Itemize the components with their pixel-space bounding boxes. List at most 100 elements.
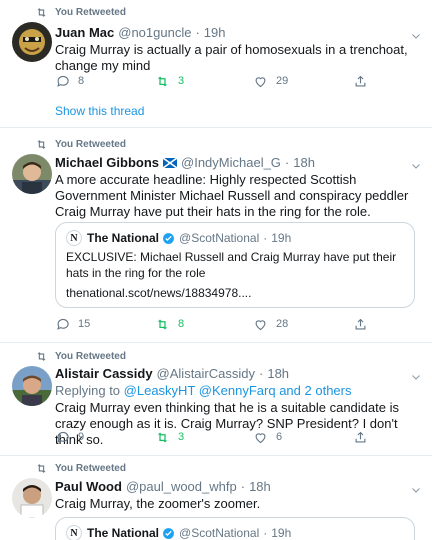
quote-link[interactable]: thenational.scot/news/18834978....: [66, 286, 251, 300]
reply-button[interactable]: 8: [55, 74, 84, 89]
separator: ·: [263, 526, 268, 540]
tweet[interactable]: You Retweeted Michael Gibbons @IndyMicha…: [0, 128, 432, 343]
chevron-down-icon[interactable]: [410, 371, 422, 383]
quote-avatar: N: [66, 230, 82, 246]
quoted-tweet[interactable]: N The National @ScotNational · 19h: [55, 517, 415, 540]
reply-count: 8: [78, 75, 85, 87]
retweet-context: You Retweeted: [35, 350, 126, 363]
reply-count: 15: [78, 318, 91, 330]
tweet[interactable]: You Retweeted Alistair Cassidy @Alistair…: [0, 343, 432, 456]
retweet-context: You Retweeted: [35, 6, 126, 19]
separator: ·: [259, 366, 264, 381]
heart-icon: [255, 76, 266, 87]
replying-prefix: Replying to: [55, 383, 121, 398]
heart-icon: [255, 319, 266, 330]
retweet-icon: [37, 8, 46, 17]
timestamp[interactable]: 19h: [204, 25, 226, 40]
like-count: 29: [276, 75, 289, 87]
timeline: You Retweeted Juan Mac @no1guncle · 19h …: [0, 0, 432, 540]
like-count: 28: [276, 318, 289, 330]
retweet-icon: [157, 319, 168, 329]
quoted-tweet[interactable]: N The National @ScotNational · 19h EXCLU…: [55, 222, 415, 308]
quote-author-handle: @ScotNational: [179, 526, 260, 540]
retweet-label: You Retweeted: [55, 463, 126, 474]
separator: ·: [240, 479, 246, 494]
retweet-icon: [157, 76, 168, 86]
timestamp[interactable]: 18h: [267, 366, 289, 381]
avatar[interactable]: [12, 22, 52, 62]
share-button[interactable]: [353, 317, 368, 332]
separator: ·: [263, 231, 268, 245]
quote-header: N The National @ScotNational · 19h: [66, 525, 291, 540]
retweet-context: You Retweeted: [35, 462, 126, 475]
retweet-icon: [157, 432, 168, 442]
tweet-text: Craig Murray is actually a pair of homos…: [55, 42, 408, 73]
tweet-header: Alistair Cassidy @AlistairCassidy · 18h: [55, 365, 424, 382]
separator: ·: [195, 25, 200, 40]
tweet-actions: 9 3 6: [55, 429, 425, 445]
tweet-actions: 8 3 29: [55, 73, 425, 89]
scotland-flag-icon: [163, 157, 178, 168]
reply-button[interactable]: 9: [55, 430, 84, 445]
timestamp[interactable]: 18h: [293, 155, 315, 170]
avatar[interactable]: [12, 154, 52, 194]
verified-icon: [163, 232, 174, 244]
tweet-text: A more accurate headline: Highly respect…: [55, 172, 409, 219]
reply-count: 9: [78, 431, 85, 443]
timestamp[interactable]: 18h: [249, 479, 271, 494]
separator: ·: [284, 155, 290, 170]
author-name[interactable]: Alistair Cassidy: [55, 366, 153, 381]
author-name[interactable]: Paul Wood: [55, 479, 122, 494]
author-name[interactable]: Juan Mac: [55, 25, 114, 40]
tweet[interactable]: You Retweeted Paul Wood @paul_wood_whfp …: [0, 456, 432, 540]
chevron-down-icon[interactable]: [410, 30, 422, 42]
quote-timestamp: 19h: [271, 526, 292, 540]
retweet-button[interactable]: 8: [155, 317, 184, 332]
verified-icon: [163, 527, 174, 539]
tweet-header: Juan Mac @no1guncle · 19h: [55, 24, 424, 41]
like-button[interactable]: 6: [253, 430, 282, 445]
retweet-icon: [37, 140, 46, 149]
chevron-down-icon[interactable]: [410, 160, 422, 172]
quote-author-name: The National: [87, 526, 160, 540]
author-handle[interactable]: @paul_wood_whfp: [126, 479, 237, 494]
author-name[interactable]: Michael Gibbons: [55, 155, 159, 170]
like-button[interactable]: 29: [253, 74, 288, 89]
show-thread-link[interactable]: Show this thread: [55, 104, 144, 118]
author-handle[interactable]: @IndyMichael_G: [181, 155, 281, 170]
like-button[interactable]: 28: [253, 317, 288, 332]
quote-text: EXCLUSIVE: Michael Russell and Craig Mur…: [66, 250, 397, 280]
retweet-count: 3: [178, 431, 185, 443]
retweet-label: You Retweeted: [55, 7, 126, 18]
avatar[interactable]: [12, 478, 52, 518]
tweet[interactable]: You Retweeted Juan Mac @no1guncle · 19h …: [0, 0, 432, 128]
share-icon: [355, 431, 366, 442]
reply-icon: [57, 431, 69, 443]
quote-avatar: N: [66, 525, 82, 540]
share-button[interactable]: [353, 430, 368, 445]
tweet-header: Paul Wood @paul_wood_whfp · 18h: [55, 478, 424, 495]
tweet-header: Michael Gibbons @IndyMichael_G · 18h: [55, 154, 424, 171]
reply-button[interactable]: 15: [55, 317, 90, 332]
retweet-count: 8: [178, 318, 185, 330]
like-count: 6: [276, 431, 283, 443]
author-handle[interactable]: @AlistairCassidy: [157, 366, 255, 381]
quote-header: N The National @ScotNational · 19h: [66, 230, 291, 246]
chevron-down-icon[interactable]: [410, 484, 422, 496]
mention-link[interactable]: @KennyFarq: [199, 383, 276, 398]
avatar[interactable]: [12, 366, 52, 406]
retweet-count: 3: [178, 75, 185, 87]
author-handle[interactable]: @no1guncle: [118, 25, 191, 40]
quote-author-name: The National: [87, 231, 160, 245]
retweet-icon: [37, 352, 46, 361]
reply-icon: [57, 75, 69, 87]
replying-to: Replying to @LeaskyHT @KennyFarq and 2 o…: [55, 383, 424, 399]
retweet-button[interactable]: 3: [155, 74, 184, 89]
others-link[interactable]: and 2 others: [279, 383, 351, 398]
retweet-button[interactable]: 3: [155, 430, 184, 445]
mention-link[interactable]: @LeaskyHT: [124, 383, 195, 398]
retweet-label: You Retweeted: [55, 139, 126, 150]
share-button[interactable]: [353, 74, 368, 89]
reply-icon: [57, 318, 69, 330]
retweet-icon: [37, 464, 46, 473]
